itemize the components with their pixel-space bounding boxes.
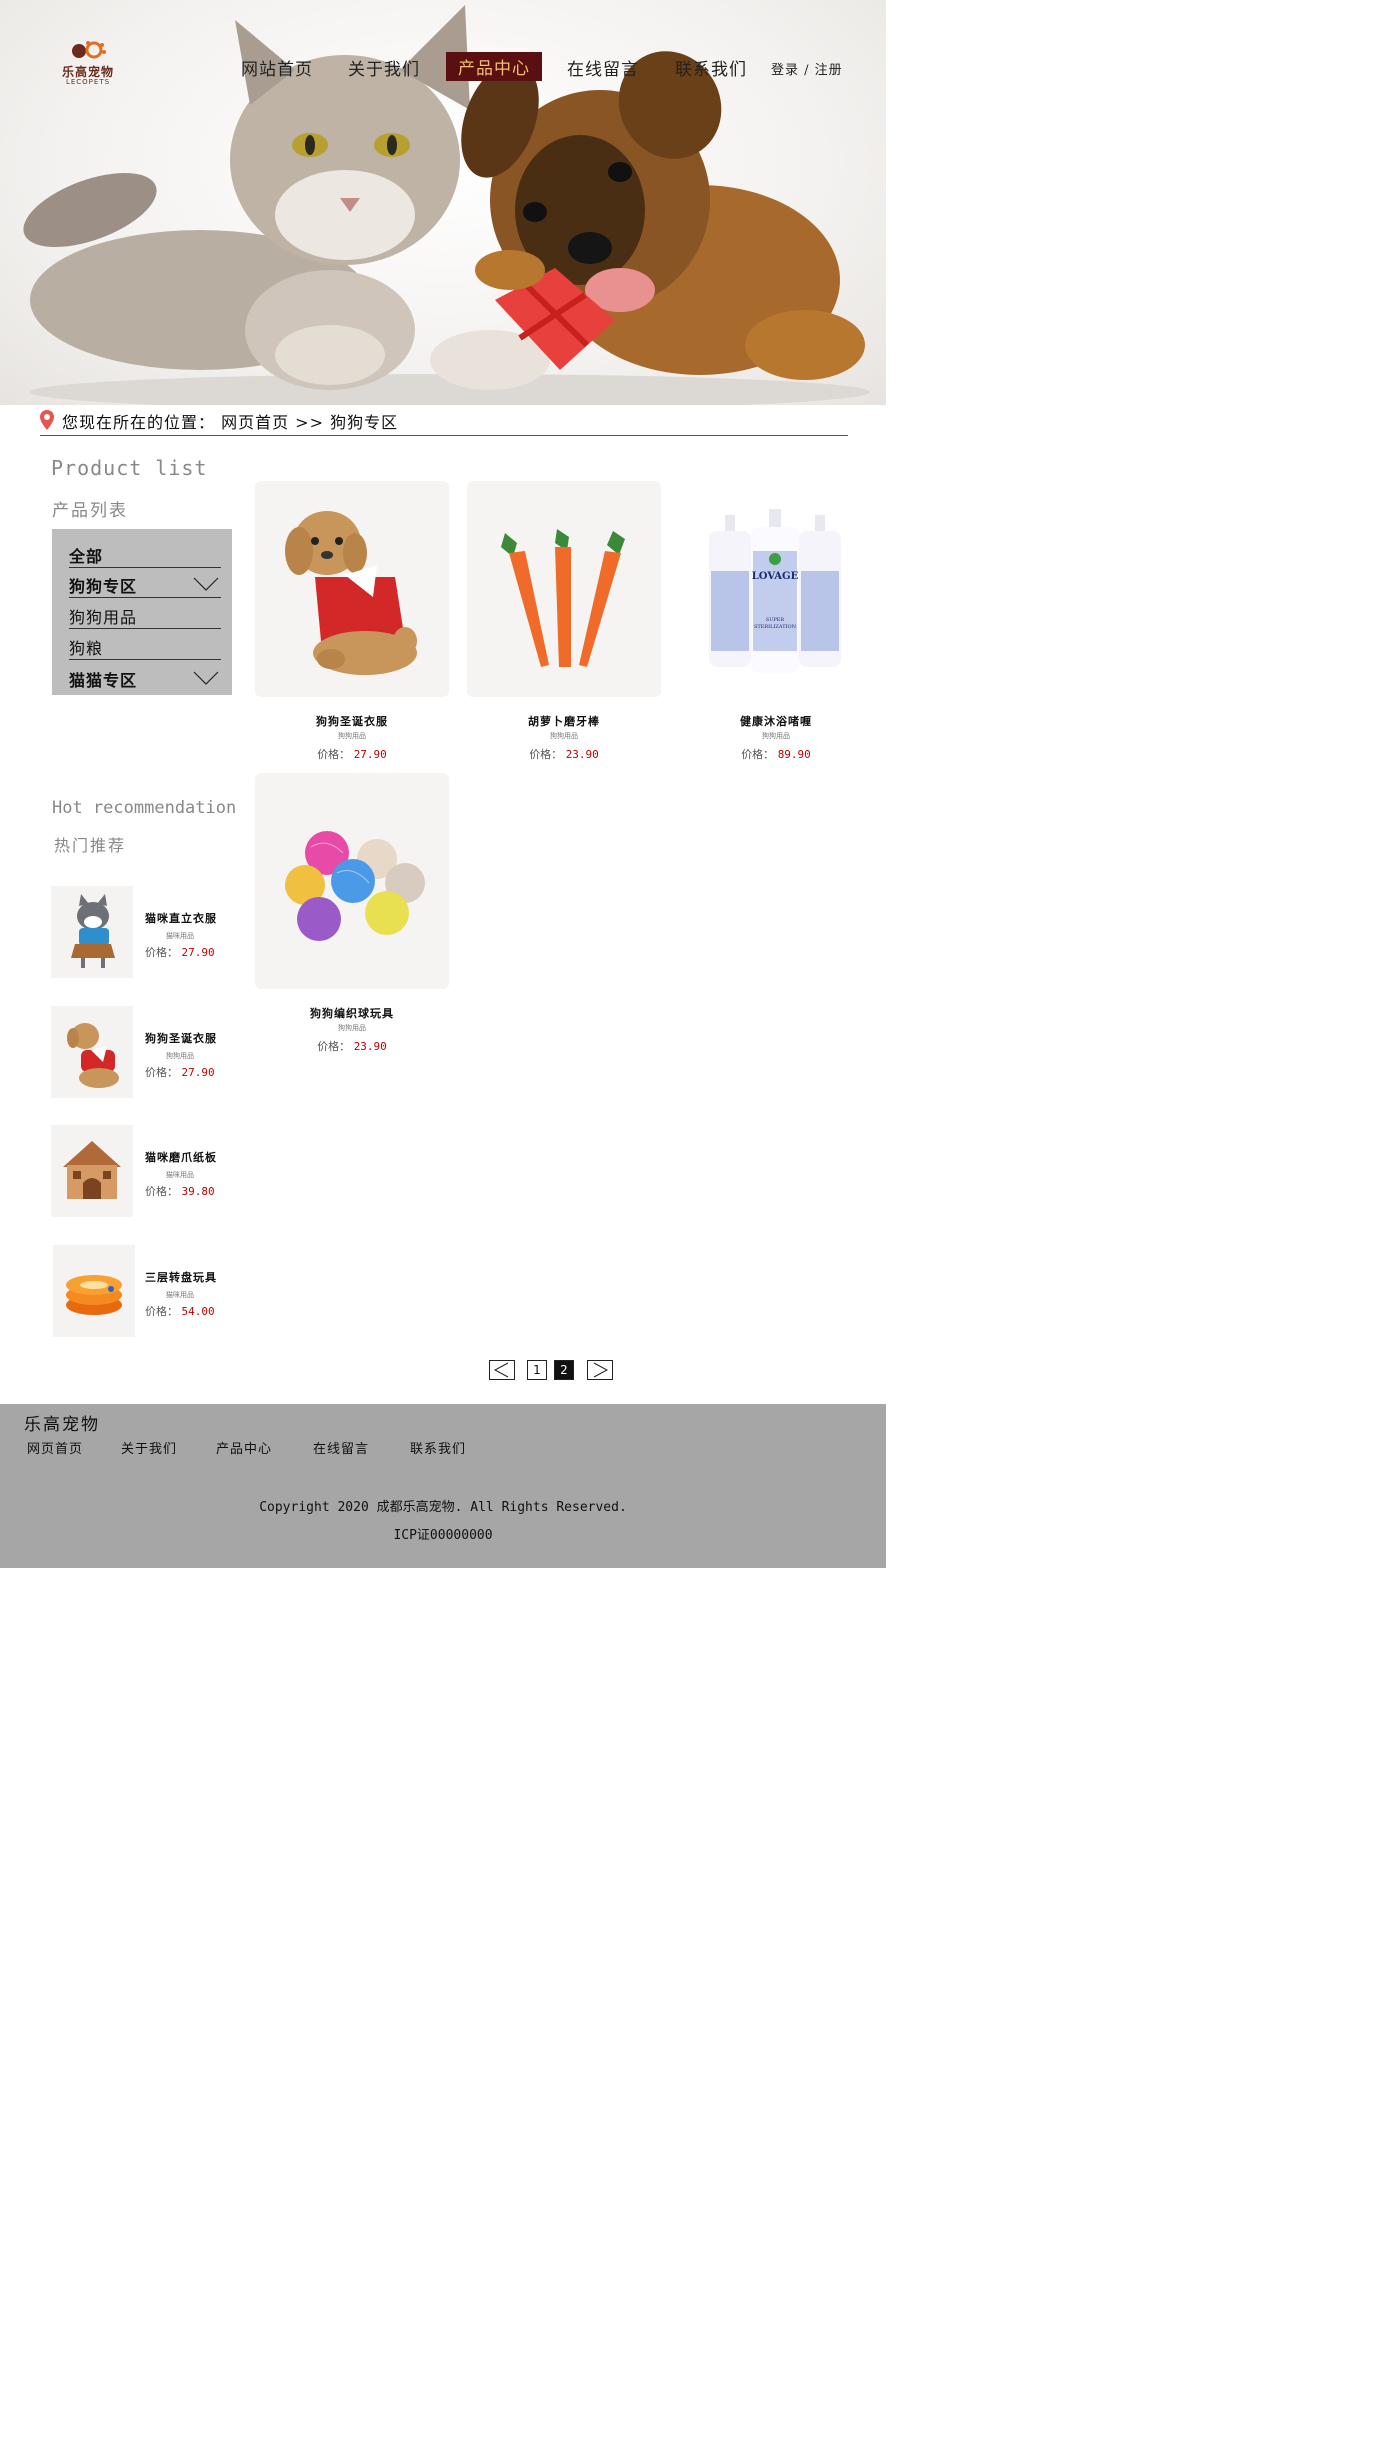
category-dog-supplies[interactable]: 狗狗用品 [69, 598, 221, 629]
footer-link-home[interactable]: 网页首页 [27, 1438, 83, 1457]
product-image[interactable] [255, 773, 449, 989]
shampoo-bottle-icon: LOVAGE SUPER STERILIZATION [709, 509, 841, 673]
product-name[interactable]: 狗狗编织球玩具 [255, 1005, 449, 1021]
yarn-ball-icon [285, 831, 425, 941]
footer-copyright: Copyright 2020 成都乐高宠物. All Rights Reserv… [259, 1500, 627, 1515]
brand-name-en: LECOPETS [65, 78, 111, 86]
login-register-link[interactable]: 登录 / 注册 [771, 59, 843, 78]
chevron-down-icon [193, 671, 219, 685]
footer-link-about[interactable]: 关于我们 [121, 1438, 177, 1457]
pagination-next-button[interactable] [587, 1360, 613, 1380]
category-label: 全部 [69, 547, 104, 566]
breadcrumb: 您现在所在的位置： 网页首页 >> 狗狗专区 [40, 409, 848, 436]
hot-item-thumb[interactable] [51, 1006, 133, 1098]
hot-item-thumb[interactable] [53, 1245, 135, 1337]
category-all[interactable]: 全部 [69, 537, 221, 568]
location-pin-icon [40, 410, 54, 430]
product-price: 价格： 23.90 [529, 748, 599, 761]
hot-item[interactable]: 猫咪磨爪纸板 猫咪用品 价格： 39.80 [51, 1125, 241, 1219]
nav-message[interactable]: 在线留言 [567, 55, 639, 80]
hot-item-category: 猫咪用品 [166, 1171, 194, 1179]
hot-item-thumb[interactable] [51, 886, 133, 978]
breadcrumb-text: 您现在所在的位置： 网页首页 >> 狗狗专区 [62, 413, 399, 432]
product-category: 狗狗用品 [550, 732, 578, 740]
hot-item-price: 价格： 27.90 [145, 1066, 215, 1079]
pagination-page-1[interactable]: 1 [527, 1360, 547, 1380]
category-label: 猫猫专区 [69, 671, 138, 690]
svg-text:STERILIZATION: STERILIZATION [754, 624, 797, 630]
dog-clothes-icon [285, 511, 417, 675]
footer: 乐高宠物 网页首页 关于我们 产品中心 在线留言 联系我们 Copyright … [0, 1404, 886, 1568]
product-image[interactable] [255, 481, 449, 697]
hot-item-category: 猫咪用品 [166, 1291, 194, 1299]
chevron-down-icon [193, 577, 219, 591]
product-price: 价格： 27.90 [317, 748, 387, 761]
chevron-left-icon [493, 1362, 509, 1378]
footer-link-products[interactable]: 产品中心 [216, 1438, 272, 1457]
product-image[interactable] [467, 481, 661, 697]
svg-text:SUPER: SUPER [766, 617, 785, 623]
turntable-toy-icon [66, 1275, 122, 1315]
category-cat-zone[interactable]: 猫猫专区 [69, 661, 221, 691]
nav-home[interactable]: 网站首页 [241, 55, 313, 80]
chevron-right-icon [593, 1362, 609, 1378]
hot-item-name[interactable]: 猫咪磨爪纸板 [145, 1149, 217, 1165]
carrot-chew-icon [501, 529, 625, 667]
product-list-title-cn: 产品列表 [52, 501, 128, 521]
category-label: 狗粮 [69, 639, 104, 658]
cat-clothes-icon [71, 894, 115, 968]
nav-contact[interactable]: 联系我们 [675, 55, 747, 80]
product-price: 价格： 89.90 [741, 748, 811, 761]
hot-item-price: 价格： 27.90 [145, 946, 215, 959]
hot-item-thumb[interactable] [51, 1125, 133, 1217]
hot-item[interactable]: 狗狗圣诞衣服 狗狗用品 价格： 27.90 [51, 1006, 241, 1100]
pagination-prev-button[interactable] [489, 1360, 515, 1380]
hot-item-name[interactable]: 三层转盘玩具 [145, 1269, 217, 1285]
hot-item-name[interactable]: 猫咪直立衣服 [145, 910, 217, 926]
product-price: 价格： 23.90 [317, 1040, 387, 1053]
category-dog-zone[interactable]: 狗狗专区 [69, 567, 221, 598]
footer-icp: ICP证00000000 [393, 1528, 493, 1543]
hot-item[interactable]: 猫咪直立衣服 猫咪用品 价格： 27.90 [51, 886, 241, 980]
category-menu: 全部 狗狗专区 狗狗用品 狗粮 猫猫专区 [52, 529, 232, 695]
footer-link-contact[interactable]: 联系我们 [410, 1438, 466, 1457]
hot-item-price: 价格： 54.00 [145, 1305, 215, 1318]
nav-products[interactable]: 产品中心 [446, 52, 542, 81]
category-label: 狗狗用品 [69, 608, 138, 627]
dog-clothes-icon [67, 1023, 119, 1088]
footer-link-message[interactable]: 在线留言 [313, 1438, 369, 1457]
cat-and-dog-photo [23, 5, 870, 405]
hot-recommendation-title-cn: 热门推荐 [54, 836, 127, 855]
category-dog-food[interactable]: 狗粮 [69, 629, 221, 660]
product-category: 狗狗用品 [762, 732, 790, 740]
hot-item[interactable]: 三层转盘玩具 猫咪用品 价格： 54.00 [51, 1245, 241, 1339]
hot-item-name[interactable]: 狗狗圣诞衣服 [145, 1030, 217, 1046]
hot-recommendation-title-en: Hot recommendation [52, 798, 237, 818]
product-category: 狗狗用品 [338, 732, 366, 740]
footer-title: 乐高宠物 [24, 1415, 100, 1435]
hot-item-category: 猫咪用品 [166, 932, 194, 940]
product-category: 狗狗用品 [338, 1024, 366, 1032]
brand-logo[interactable]: 乐高宠物 LECOPETS [58, 40, 118, 88]
product-image[interactable]: LOVAGE SUPER STERILIZATION [679, 481, 873, 697]
cat-house-icon [63, 1141, 121, 1199]
pagination-page-2[interactable]: 2 [554, 1360, 574, 1380]
product-list-title-en: Product list [51, 456, 208, 480]
product-name[interactable]: 健康沐浴啫喱 [679, 713, 873, 729]
product-name[interactable]: 胡萝卜磨牙棒 [467, 713, 661, 729]
nav-about[interactable]: 关于我们 [348, 55, 420, 80]
hero-banner: 乐高宠物 LECOPETS 网站首页 关于我们 产品中心 在线留言 联系我们 登… [0, 0, 886, 405]
hot-item-category: 狗狗用品 [166, 1052, 194, 1060]
category-label: 狗狗专区 [69, 577, 138, 596]
product-name[interactable]: 狗狗圣诞衣服 [255, 713, 449, 729]
hot-item-price: 价格： 39.80 [145, 1185, 215, 1198]
paw-logo-icon [72, 41, 106, 59]
svg-text:LOVAGE: LOVAGE [752, 571, 799, 582]
